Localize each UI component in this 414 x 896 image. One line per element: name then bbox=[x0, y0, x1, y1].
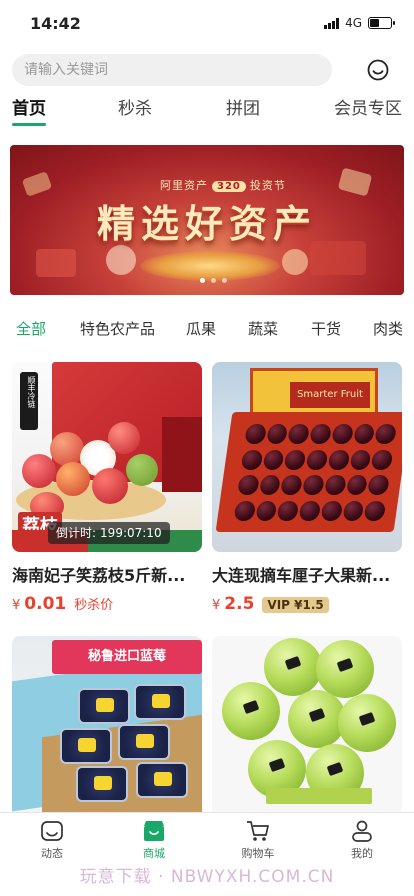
main-tabs: 首页 秒杀 拼团 会员专区 bbox=[0, 92, 414, 126]
tab-shop-label: 商城 bbox=[143, 847, 165, 860]
watermark-text: 玩意下载 · NBWYXH.COM.CN bbox=[79, 867, 335, 887]
tab-flash-sale[interactable]: 秒杀 bbox=[118, 94, 152, 119]
feed-icon bbox=[41, 821, 63, 841]
price-row: ¥ 2.5 VIP ¥1.5 bbox=[212, 594, 402, 614]
tab-feed-label: 动态 bbox=[41, 847, 63, 860]
currency-symbol: ¥ bbox=[12, 598, 21, 613]
product-image-cherry[interactable]: Smarter Fruit bbox=[212, 362, 402, 552]
currency-symbol: ¥ bbox=[212, 598, 221, 613]
tab-feed[interactable]: 动态 bbox=[22, 819, 82, 861]
countdown-timer: 倒计时: 199:07:10 bbox=[48, 522, 170, 544]
category-melons-fruits[interactable]: 瓜果 bbox=[186, 318, 216, 339]
signal-icon bbox=[324, 17, 340, 29]
tab-cart-label: 购物车 bbox=[241, 847, 275, 860]
cold-chain-badge: 顺丰冷链 bbox=[20, 372, 38, 430]
search-input[interactable] bbox=[24, 62, 320, 78]
category-vegetables[interactable]: 蔬菜 bbox=[248, 318, 278, 339]
network-type: 4G bbox=[345, 16, 362, 30]
category-meat[interactable]: 肉类 bbox=[373, 318, 403, 339]
tab-profile-label: 我的 bbox=[351, 847, 373, 860]
banner-title: 精选好资产 bbox=[96, 201, 317, 246]
banner-brand: 阿里资产 bbox=[160, 179, 208, 192]
tab-profile[interactable]: 我的 bbox=[332, 819, 392, 861]
banner-dot[interactable] bbox=[222, 278, 227, 283]
apple-image-band bbox=[266, 788, 372, 804]
blueberry-image-title: 秘鲁进口蓝莓 bbox=[52, 640, 202, 674]
tab-shop[interactable]: 商城 bbox=[124, 819, 184, 861]
price-row: ¥ 0.01 秒杀价 bbox=[12, 594, 202, 614]
battery-icon bbox=[368, 17, 395, 29]
banner-brand-line: 阿里资产 320 投资节 bbox=[160, 177, 286, 193]
category-all[interactable]: 全部 bbox=[16, 318, 46, 339]
tab-group-buy[interactable]: 拼团 bbox=[226, 94, 260, 119]
banner-dot[interactable] bbox=[200, 278, 205, 283]
product-card-cherry[interactable]: Smarter Fruit 大连现摘车厘子大果新... ¥ 2.5 VIP ¥1… bbox=[212, 362, 402, 614]
status-indicators: 4G bbox=[324, 16, 395, 30]
banner-coins-decoration bbox=[140, 251, 280, 281]
category-specialty-produce[interactable]: 特色农产品 bbox=[80, 318, 155, 339]
message-icon[interactable] bbox=[366, 58, 390, 82]
tab-cart[interactable]: 购物车 bbox=[228, 819, 288, 861]
product-price: 2.5 bbox=[224, 594, 255, 614]
product-price: 0.01 bbox=[24, 594, 67, 614]
bottom-tab-bar: 动态 商城 购物车 我的 bbox=[0, 812, 414, 862]
banner-event: 投资节 bbox=[249, 179, 286, 192]
cart-icon bbox=[247, 821, 269, 841]
tab-member-zone[interactable]: 会员专区 bbox=[334, 94, 402, 119]
banner-badge: 320 bbox=[212, 181, 246, 192]
product-card-lychee[interactable]: 顺丰冷链 荔枝 倒计时: 199:07:10 海南妃子笑荔枝5斤新... ¥ 0.… bbox=[12, 362, 202, 614]
product-name[interactable]: 大连现摘车厘子大果新... bbox=[212, 562, 402, 586]
banner-pagination bbox=[200, 278, 227, 283]
banner-dot[interactable] bbox=[211, 278, 216, 283]
status-time: 14:42 bbox=[30, 14, 81, 33]
flash-sale-tag: 秒杀价 bbox=[74, 598, 114, 613]
product-image-blueberry[interactable]: 秘鲁进口蓝莓 bbox=[12, 636, 202, 826]
category-dried-goods[interactable]: 干货 bbox=[311, 318, 341, 339]
user-icon bbox=[352, 820, 372, 842]
countdown-value: 199:07:10 bbox=[100, 526, 162, 540]
cherry-box-brand: Smarter Fruit bbox=[290, 382, 370, 408]
product-image-apple[interactable] bbox=[212, 636, 402, 826]
product-card-apple[interactable] bbox=[212, 636, 402, 826]
category-tabs: 全部 特色农产品 瓜果 蔬菜 干货 肉类 bbox=[0, 316, 414, 340]
product-name[interactable]: 海南妃子笑荔枝5斤新... bbox=[12, 562, 202, 586]
search-bar[interactable] bbox=[12, 54, 332, 86]
promo-banner[interactable]: 阿里资产 320 投资节 精选好资产 bbox=[10, 145, 404, 295]
vip-price-badge: VIP ¥1.5 bbox=[262, 597, 329, 613]
product-card-blueberry[interactable]: 秘鲁进口蓝莓 bbox=[12, 636, 202, 826]
shop-icon bbox=[144, 821, 164, 841]
countdown-label: 倒计时: bbox=[56, 526, 97, 540]
tab-home[interactable]: 首页 bbox=[12, 94, 46, 126]
product-image-lychee[interactable]: 顺丰冷链 荔枝 倒计时: 199:07:10 bbox=[12, 362, 202, 552]
status-bar: 14:42 4G bbox=[0, 0, 414, 44]
